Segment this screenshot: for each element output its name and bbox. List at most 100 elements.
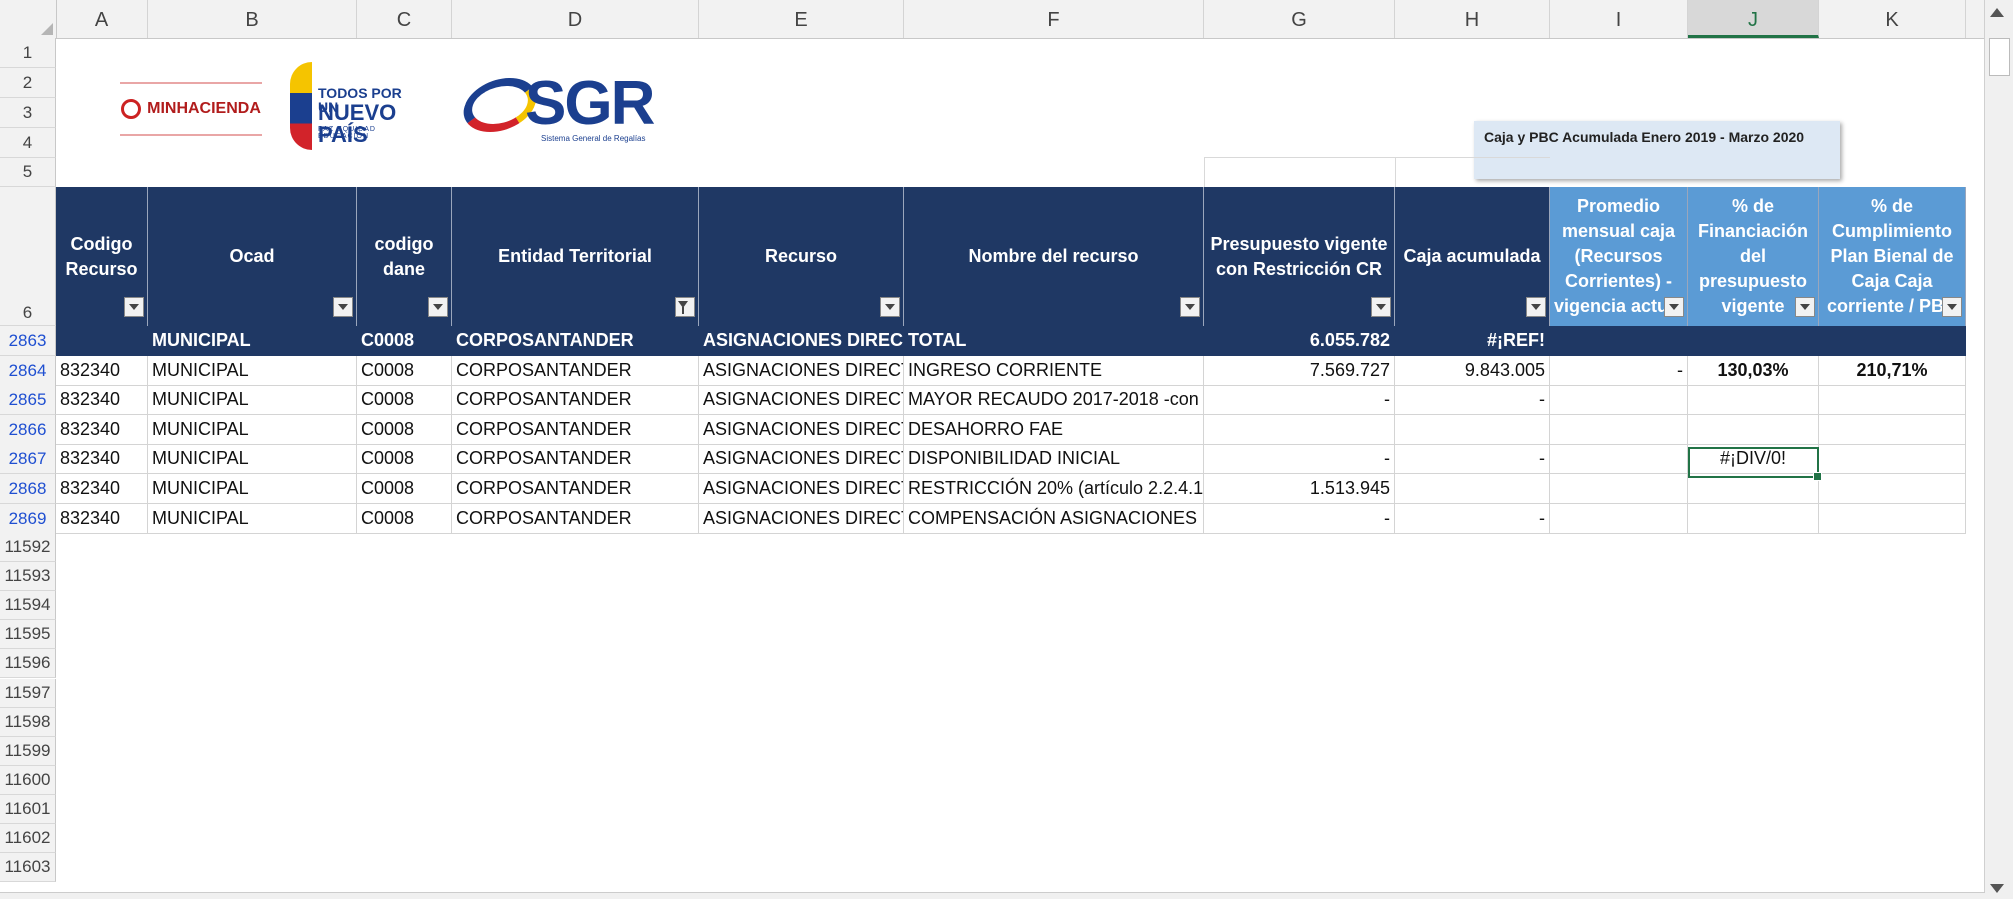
cell-a2869[interactable]: 832340 (56, 504, 148, 534)
row-header-2866[interactable]: 2866 (0, 415, 56, 445)
filter-dropdown-icon[interactable] (1795, 297, 1815, 317)
column-header-i[interactable]: I (1550, 0, 1688, 38)
cell-a2863[interactable] (56, 326, 148, 356)
cell-i2866[interactable] (1550, 415, 1688, 445)
cell-e2866[interactable]: ASIGNACIONES DIRECTAS (699, 415, 904, 445)
row-header-11598[interactable]: 11598 (0, 707, 56, 737)
cell-k2864[interactable]: 210,71% (1819, 356, 1966, 386)
cell-g2863[interactable]: 6.055.782 (1204, 326, 1395, 356)
row-header-11597[interactable]: 11597 (0, 678, 56, 708)
cell-i2868[interactable] (1550, 474, 1688, 504)
cell-h2864[interactable]: 9.843.005 (1395, 356, 1550, 386)
cell-g2866[interactable] (1204, 415, 1395, 445)
filter-dropdown-icon[interactable] (1942, 297, 1962, 317)
column-header-b[interactable]: B (148, 0, 357, 38)
cell-d2863[interactable]: CORPOSANTANDER (452, 326, 699, 356)
row-header-3[interactable]: 3 (0, 98, 56, 128)
active-cell-selection[interactable] (1688, 447, 1822, 481)
cell-j2866[interactable] (1688, 415, 1819, 445)
cell-d2867[interactable]: CORPOSANTANDER (452, 444, 699, 474)
column-header-c[interactable]: C (357, 0, 452, 38)
row-header-2867[interactable]: 2867 (0, 444, 56, 474)
row-header-11603[interactable]: 11603 (0, 853, 56, 883)
row-header-2865[interactable]: 2865 (0, 385, 56, 415)
scroll-thumb[interactable] (1989, 38, 2010, 76)
cell-d2868[interactable]: CORPOSANTANDER (452, 474, 699, 504)
cell-k2863[interactable] (1819, 326, 1966, 356)
column-header-d[interactable]: D (452, 0, 699, 38)
cell-b2863[interactable]: MUNICIPAL (148, 326, 357, 356)
cell-f2863[interactable]: TOTAL (904, 326, 1204, 356)
cell-i2864[interactable]: - (1550, 356, 1688, 386)
row-header-11600[interactable]: 11600 (0, 765, 56, 795)
cell-h2867[interactable]: - (1395, 444, 1550, 474)
cell-k2865[interactable] (1819, 385, 1966, 415)
cell-f2867[interactable]: DISPONIBILIDAD INICIAL (904, 444, 1204, 474)
cell-b2867[interactable]: MUNICIPAL (148, 444, 357, 474)
scroll-up-icon[interactable] (1990, 8, 2004, 17)
cell-i2869[interactable] (1550, 504, 1688, 534)
row-header-2868[interactable]: 2868 (0, 474, 56, 504)
row-header-1[interactable]: 1 (0, 38, 56, 68)
horizontal-scrollbar[interactable] (0, 892, 1985, 899)
cell-h2869[interactable]: - (1395, 504, 1550, 534)
cell-d2864[interactable]: CORPOSANTANDER (452, 356, 699, 386)
cell-b2864[interactable]: MUNICIPAL (148, 356, 357, 386)
cell-g2869[interactable]: - (1204, 504, 1395, 534)
cell-i2865[interactable] (1550, 385, 1688, 415)
cell-j2865[interactable] (1688, 385, 1819, 415)
cell-k2868[interactable] (1819, 474, 1966, 504)
column-header-h[interactable]: H (1395, 0, 1550, 38)
row-header-11601[interactable]: 11601 (0, 794, 56, 824)
text-box-note[interactable]: Caja y PBC Acumulada Enero 2019 - Marzo … (1474, 121, 1840, 179)
filter-dropdown-icon[interactable] (428, 297, 448, 317)
cell-c2866[interactable]: C0008 (357, 415, 452, 445)
cell-h2863[interactable]: #¡REF! (1395, 326, 1550, 356)
column-header-j[interactable]: J (1688, 0, 1819, 38)
cell-a2864[interactable]: 832340 (56, 356, 148, 386)
filter-dropdown-icon[interactable] (1180, 297, 1200, 317)
column-header-e[interactable]: E (699, 0, 904, 38)
cell-e2867[interactable]: ASIGNACIONES DIRECTAS (699, 444, 904, 474)
column-header-g[interactable]: G (1204, 0, 1395, 38)
cell-b2869[interactable]: MUNICIPAL (148, 504, 357, 534)
cell-e2869[interactable]: ASIGNACIONES DIRECTAS (699, 504, 904, 534)
cell-f2869[interactable]: COMPENSACIÓN ASIGNACIONES DIRECT (904, 504, 1204, 534)
cell-j2868[interactable] (1688, 474, 1819, 504)
cell-a2867[interactable]: 832340 (56, 444, 148, 474)
cell-k2867[interactable] (1819, 444, 1966, 474)
row-header-11594[interactable]: 11594 (0, 591, 56, 621)
row-header-11592[interactable]: 11592 (0, 533, 56, 562)
filter-dropdown-icon[interactable] (1664, 297, 1684, 317)
cell-h2868[interactable] (1395, 474, 1550, 504)
column-header-k[interactable]: K (1819, 0, 1966, 38)
cell-a2866[interactable]: 832340 (56, 415, 148, 445)
cell-f2864[interactable]: INGRESO CORRIENTE (904, 356, 1204, 386)
cell-b2866[interactable]: MUNICIPAL (148, 415, 357, 445)
cell-c2868[interactable]: C0008 (357, 474, 452, 504)
column-header-f[interactable]: F (904, 0, 1204, 38)
cell-e2864[interactable]: ASIGNACIONES DIRECTAS (699, 356, 904, 386)
row-header-2[interactable]: 2 (0, 68, 56, 98)
cell-e2863[interactable]: ASIGNACIONES DIRECTAS (699, 326, 904, 356)
cell-e2865[interactable]: ASIGNACIONES DIRECTAS (699, 385, 904, 415)
cell-c2869[interactable]: C0008 (357, 504, 452, 534)
cell-c2865[interactable]: C0008 (357, 385, 452, 415)
filter-dropdown-icon[interactable] (333, 297, 353, 317)
row-header-11602[interactable]: 11602 (0, 824, 56, 853)
cell-i2863[interactable] (1550, 326, 1688, 356)
cell-g2867[interactable]: - (1204, 444, 1395, 474)
cell-d2866[interactable]: CORPOSANTANDER (452, 415, 699, 445)
cell-b2865[interactable]: MUNICIPAL (148, 385, 357, 415)
cell-j2863[interactable] (1688, 326, 1819, 356)
filter-dropdown-icon[interactable] (880, 297, 900, 317)
cell-h2866[interactable] (1395, 415, 1550, 445)
cell-k2869[interactable] (1819, 504, 1966, 534)
row-header-4[interactable]: 4 (0, 128, 56, 158)
filter-dropdown-icon[interactable] (124, 297, 144, 317)
row-header-5[interactable]: 5 (0, 158, 56, 187)
cell-f2865[interactable]: MAYOR RECAUDO 2017-2018 -con ajust (904, 385, 1204, 415)
cell-c2863[interactable]: C0008 (357, 326, 452, 356)
cell-f2866[interactable]: DESAHORRO FAE (904, 415, 1204, 445)
filter-applied-icon[interactable] (675, 297, 695, 317)
